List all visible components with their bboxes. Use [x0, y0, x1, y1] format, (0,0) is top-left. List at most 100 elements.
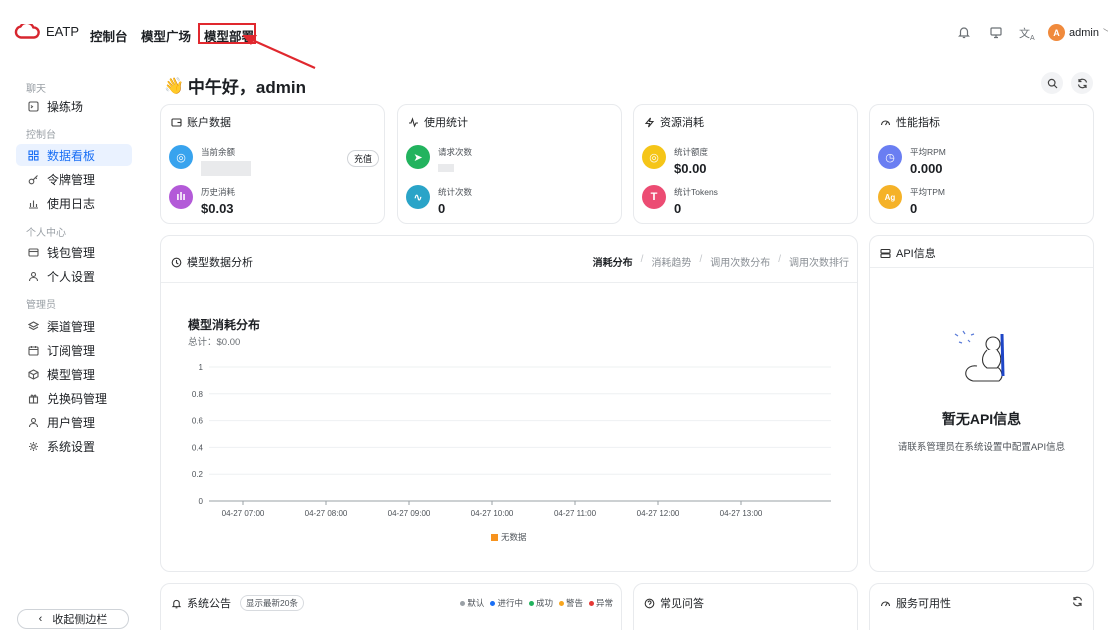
- sidebar-item-label: 系统设置: [47, 439, 96, 454]
- annotation-arrow-icon: [242, 35, 316, 70]
- sidebar-item-label: 模型管理: [47, 367, 96, 382]
- collapse-sidebar-button[interactable]: ‹ 收起侧边栏: [17, 609, 129, 629]
- card-title: 系统公告: [187, 598, 231, 610]
- tab-consumption-distribution[interactable]: 消耗分布: [593, 254, 633, 269]
- recharge-button[interactable]: 充值: [347, 150, 380, 167]
- pulse-icon: ∿: [406, 185, 430, 209]
- refresh-icon: [1077, 78, 1087, 88]
- resource-usage-card: 资源消耗 ◎ 统计额度 $0.00 T 统计Tokens 0: [633, 104, 858, 224]
- status-in-progress: 进行中: [490, 597, 523, 609]
- top-bar: EATP 控制台 模型广场 模型部署 文A A admin ﹀: [0, 0, 1108, 70]
- sidebar-item-settings-personal[interactable]: 个人设置: [16, 265, 132, 287]
- translate-icon[interactable]: 文A: [1019, 25, 1035, 42]
- tab-separator: /: [699, 254, 703, 265]
- bell-icon[interactable]: [957, 25, 973, 41]
- token-t-icon: T: [642, 185, 666, 209]
- chart-icon: ılı: [169, 185, 193, 209]
- stat-value: 0: [674, 201, 682, 216]
- sidebar-item-subscriptions[interactable]: 订阅管理: [16, 339, 132, 361]
- sidebar-item-logs[interactable]: 使用日志: [16, 192, 132, 214]
- legend-label: 无数据: [501, 532, 527, 542]
- chevron-left-icon: ‹: [38, 613, 43, 625]
- sidebar-item-redeem-codes[interactable]: 兑换码管理: [16, 387, 132, 409]
- card-header: 使用统计: [408, 114, 468, 130]
- timer-icon: ◷: [878, 145, 902, 169]
- usage-stats-card: 使用统计 ➤ 请求次数 ∿ 统计次数 0: [397, 104, 622, 224]
- gear-icon: [27, 440, 39, 452]
- x-tick-label: 04-27 10:00: [471, 509, 514, 518]
- chart-legend[interactable]: 无数据: [491, 531, 527, 543]
- card-header: 账户数据: [171, 114, 231, 130]
- status-warning: 警告: [558, 597, 583, 609]
- stat-label: 平均TPM: [910, 187, 945, 197]
- requests-stat: ➤ 请求次数: [406, 145, 472, 172]
- logo[interactable]: EATP: [14, 24, 79, 39]
- cloud-logo-icon: [14, 24, 40, 39]
- empty-state-illustration-icon: [954, 330, 1005, 382]
- tpm-stat: Ag 平均TPM 0: [878, 185, 945, 216]
- sidebar-item-tokens[interactable]: 令牌管理: [16, 168, 132, 190]
- card-title: 常见问答: [660, 598, 704, 610]
- sidebar-item-wallet[interactable]: 钱包管理: [16, 241, 132, 263]
- tab-call-ranking[interactable]: 调用次数排行: [789, 254, 849, 269]
- sidebar-item-label: 数据看板: [47, 148, 96, 163]
- sidebar-item-label: 订阅管理: [47, 343, 96, 358]
- y-tick-label: 0.8: [192, 390, 204, 399]
- sidebar-item-users[interactable]: 用户管理: [16, 411, 132, 433]
- x-tick-label: 04-27 09:00: [388, 509, 431, 518]
- refresh-icon[interactable]: [1072, 596, 1083, 607]
- balance-stat: ◎ 当前余额: [169, 145, 251, 176]
- card-title: 模型数据分析: [187, 257, 253, 269]
- system-notice-card: 系统公告 显示最新20条 默认 进行中 成功 警告 异常: [160, 583, 622, 630]
- card-header: 系统公告 显示最新20条: [171, 595, 304, 611]
- stat-label: 请求次数: [438, 147, 473, 157]
- nav-console[interactable]: 控制台: [90, 26, 128, 45]
- notice-count-badge: 显示最新20条: [240, 595, 304, 611]
- tab-consumption-trend[interactable]: 消耗趋势: [651, 254, 691, 269]
- sidebar-item-label: 使用日志: [47, 196, 96, 211]
- sidebar-item-models[interactable]: 模型管理: [16, 363, 132, 385]
- x-tick-label: 04-27 07:00: [222, 509, 265, 518]
- y-tick-label: 0.2: [192, 470, 204, 479]
- cube-icon: [27, 368, 39, 380]
- user-name: admin: [1069, 26, 1099, 39]
- consumption-chart: 0 0.2 0.4 0.6 0.8 1 04-27 07:00 04-27 08:00 04-2…: [192, 363, 831, 518]
- stat-value: 0: [910, 201, 918, 216]
- sidebar-item-system-settings[interactable]: 系统设置: [16, 435, 132, 457]
- divider: [161, 282, 857, 283]
- sidebar-item-playground[interactable]: 操练场: [16, 95, 132, 117]
- nav-model-plaza[interactable]: 模型广场: [141, 26, 191, 45]
- ag-badge-icon: Ag: [878, 185, 902, 209]
- api-info-card: API信息 暂无API信息 请联系管理员在系统设置中配置API信息: [869, 235, 1094, 572]
- tab-separator: /: [640, 254, 644, 265]
- wallet-icon: [171, 117, 182, 127]
- masked-value: [438, 164, 454, 172]
- refresh-button[interactable]: [1071, 72, 1093, 94]
- chart-subtitle: 总计：$0.00: [188, 337, 241, 348]
- tab-call-distribution[interactable]: 调用次数分布: [710, 254, 770, 269]
- sidebar-item-channels[interactable]: 渠道管理: [16, 315, 132, 337]
- status-success: 成功: [528, 597, 553, 609]
- y-tick-label: 1: [199, 363, 204, 372]
- stat-value: 0: [438, 201, 446, 216]
- card-title: 使用统计: [424, 117, 468, 129]
- legend-swatch: [491, 533, 498, 541]
- y-tick-label: 0.4: [192, 443, 204, 452]
- clock-chart-icon: [171, 257, 182, 267]
- monitor-icon[interactable]: [989, 25, 1005, 41]
- dashboard-grid-icon: [27, 149, 39, 161]
- lightning-icon: [644, 117, 655, 127]
- card-header: 常见问答: [644, 595, 704, 611]
- sidebar-group-console: 控制台: [26, 130, 56, 141]
- bar-chart-icon: [27, 197, 39, 209]
- y-tick-label: 0: [199, 497, 204, 506]
- sidebar-item-label: 渠道管理: [47, 319, 96, 334]
- search-button[interactable]: [1041, 72, 1063, 94]
- user-menu[interactable]: A admin ﹀: [1048, 24, 1108, 41]
- quota-stat: ◎ 统计额度 $0.00: [642, 145, 708, 176]
- account-data-card: 账户数据 ◎ 当前余额 充值 ılı 历史消耗 $0.03: [160, 104, 385, 224]
- y-tick-label: 0.6: [192, 417, 204, 426]
- sidebar-item-label: 用户管理: [47, 415, 96, 430]
- page-title: 👋 中午好，admin: [164, 73, 306, 98]
- sidebar-item-dashboard[interactable]: 数据看板: [16, 144, 132, 166]
